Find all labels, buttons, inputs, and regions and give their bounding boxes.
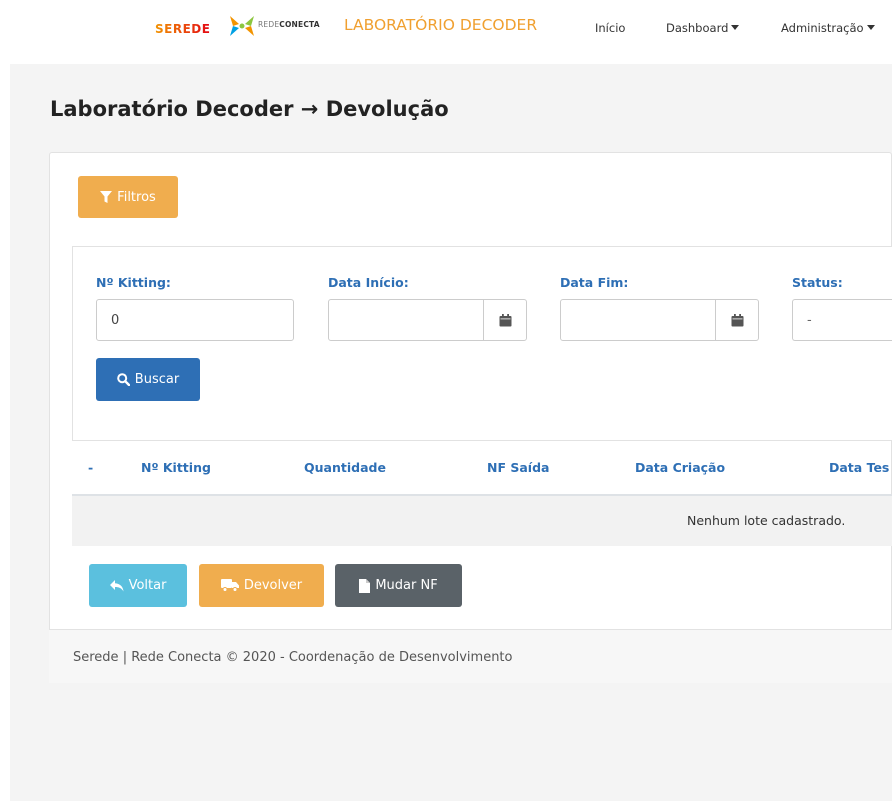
top-navbar: SEREDE REDECONECTA LABORATÓRIO DECODER I… xyxy=(0,0,892,64)
search-button[interactable]: Buscar xyxy=(96,358,200,401)
data-inicio-label: Data Início: xyxy=(328,275,409,290)
status-select[interactable]: - xyxy=(792,299,892,341)
data-fim-label: Data Fim: xyxy=(560,275,629,290)
caret-down-icon xyxy=(866,25,875,30)
calendar-icon xyxy=(499,313,511,326)
reply-icon xyxy=(109,579,124,591)
nav-dropdown-dashboard[interactable]: Dashboard xyxy=(666,21,740,35)
column-header-quantidade[interactable]: Quantidade xyxy=(304,460,386,475)
kitting-input[interactable]: 0 xyxy=(96,299,294,341)
data-fim-input[interactable] xyxy=(560,299,716,341)
column-header-select: - xyxy=(88,460,94,475)
filter-panel xyxy=(72,246,892,441)
data-inicio-input[interactable] xyxy=(328,299,484,341)
data-fim-calendar-button[interactable] xyxy=(715,299,759,341)
file-icon xyxy=(359,578,371,593)
column-header-kitting[interactable]: Nº Kitting xyxy=(141,460,211,475)
column-header-data-criacao[interactable]: Data Criação xyxy=(635,460,725,475)
status-label: Status: xyxy=(792,275,843,290)
serede-logo[interactable]: SEREDE xyxy=(155,20,210,38)
nav-link-inicio[interactable]: Início xyxy=(595,21,625,35)
rede-conecta-logo-icon xyxy=(230,16,254,36)
footer-text: Serede | Rede Conecta © 2020 - Coordenaç… xyxy=(73,650,513,665)
filter-icon xyxy=(100,190,113,203)
brand-title[interactable]: LABORATÓRIO DECODER xyxy=(344,16,537,34)
page-title: Laboratório Decoder → Devolução xyxy=(50,97,449,121)
kitting-label: Nº Kitting: xyxy=(96,275,171,290)
caret-down-icon xyxy=(731,25,740,30)
calendar-icon xyxy=(731,313,743,326)
column-header-data-teste[interactable]: Data Tes xyxy=(829,460,889,475)
back-button[interactable]: Voltar xyxy=(89,564,187,607)
rede-conecta-logo-text: REDECONECTA xyxy=(258,20,320,29)
nav-dropdown-administracao[interactable]: Administração xyxy=(781,21,875,35)
table-empty-message: Nenhum lote cadastrado. xyxy=(687,513,846,528)
data-inicio-calendar-button[interactable] xyxy=(483,299,527,341)
return-button[interactable]: Devolver xyxy=(199,564,324,607)
search-icon xyxy=(116,373,130,386)
column-header-nf-saida[interactable]: NF Saída xyxy=(487,460,549,475)
filters-toggle-button[interactable]: Filtros xyxy=(78,176,178,218)
truck-icon xyxy=(220,579,239,592)
change-nf-button[interactable]: Mudar NF xyxy=(335,564,462,607)
